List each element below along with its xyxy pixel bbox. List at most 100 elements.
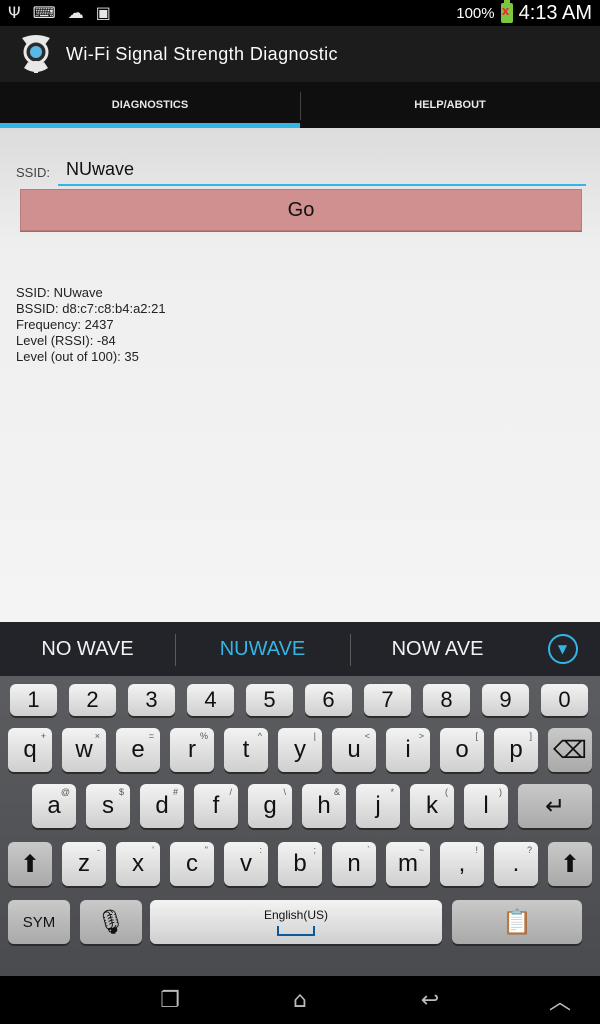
key-8[interactable]: 8: [423, 684, 470, 716]
shift-right-key[interactable]: ⬆: [548, 842, 592, 886]
key-alt-label: $: [118, 787, 124, 797]
result-frequency: Frequency: 2437: [16, 317, 114, 332]
key-comma[interactable]: ,!: [440, 842, 484, 886]
key-period[interactable]: .?: [494, 842, 538, 886]
suggestion-2[interactable]: NUWAVE: [175, 633, 350, 666]
suggestion-1[interactable]: NO WAVE: [0, 638, 175, 661]
key-label: i: [405, 736, 411, 763]
sym-key[interactable]: SYM: [8, 900, 70, 944]
key-alt-label: &: [333, 787, 340, 797]
key-b[interactable]: b;: [278, 842, 322, 886]
key-c[interactable]: c ": [170, 842, 214, 886]
key-label: o: [455, 736, 469, 763]
key-label: .: [512, 850, 520, 877]
key-p[interactable]: p]: [494, 728, 538, 772]
key-alt-label: \: [283, 787, 286, 797]
key-6[interactable]: 6: [305, 684, 352, 716]
backspace-key[interactable]: ⌫: [548, 728, 592, 772]
space-icon: [277, 926, 315, 936]
key-g[interactable]: g \: [248, 784, 292, 828]
suggestion-3[interactable]: NOW AVE: [350, 633, 525, 666]
go-button[interactable]: Go: [20, 189, 582, 231]
key-label: ,: [458, 850, 466, 877]
enter-key[interactable]: ↵: [518, 784, 592, 828]
key-o[interactable]: o[: [440, 728, 484, 772]
key-label: w: [75, 736, 93, 763]
voice-input-key[interactable]: 🎙: [80, 900, 142, 944]
keyboard-icon: ⌨: [32, 3, 56, 22]
recent-apps-button[interactable]: ❐: [150, 986, 190, 1014]
key-i[interactable]: i >: [386, 728, 430, 772]
key-alt-label: -: [97, 845, 100, 855]
key-label: c: [186, 850, 198, 877]
shift-icon: ⬆: [559, 850, 581, 878]
clipboard-key[interactable]: 📋: [452, 900, 582, 944]
expand-suggestions-button[interactable]: ▼: [525, 634, 600, 664]
key-alt-label: ]: [529, 731, 532, 741]
usb-icon: Ψ: [8, 3, 21, 22]
key-s[interactable]: s $: [86, 784, 130, 828]
key-label: b: [293, 850, 307, 877]
back-icon: ↩: [420, 987, 440, 1013]
key-w[interactable]: w ×: [62, 728, 106, 772]
key-alt-label: !: [475, 845, 478, 855]
tab-bar: DIAGNOSTICS HELP/ABOUT: [0, 82, 600, 128]
enter-icon: ↵: [544, 792, 566, 820]
key-alt-label: [: [475, 731, 478, 741]
key-alt-label: |: [313, 731, 316, 741]
key-alt-label: @: [60, 787, 70, 797]
key-3[interactable]: 3: [128, 684, 175, 716]
key-z[interactable]: z-: [62, 842, 106, 886]
key-u[interactable]: u <: [332, 728, 376, 772]
key-alt-label: ): [499, 787, 502, 797]
hide-keyboard-button[interactable]: ︿: [540, 986, 580, 1015]
key-label: z: [78, 850, 90, 877]
key-t[interactable]: t ^: [224, 728, 268, 772]
key-j[interactable]: j *: [356, 784, 400, 828]
key-alt-label: ": [204, 845, 208, 855]
key-label: l: [483, 792, 489, 819]
key-q[interactable]: q +: [8, 728, 52, 772]
space-key[interactable]: English(US): [150, 900, 442, 944]
key-2[interactable]: 2: [69, 684, 116, 716]
key-label: m: [398, 850, 418, 877]
key-l[interactable]: l): [464, 784, 508, 828]
shift-left-key[interactable]: ⬆: [8, 842, 52, 886]
key-9[interactable]: 9: [482, 684, 529, 716]
key-0[interactable]: 0: [541, 684, 588, 716]
key-h[interactable]: h &: [302, 784, 346, 828]
key-y[interactable]: y |: [278, 728, 322, 772]
key-f[interactable]: f /: [194, 784, 238, 828]
ssid-input[interactable]: [57, 156, 586, 186]
key-alt-label: >: [418, 731, 424, 741]
key-k[interactable]: k(: [410, 784, 454, 828]
diagnostics-panel: SSID: Go SSID: NUwave BSSID: d8:c7:c8:b4…: [0, 128, 600, 622]
key-alt-label: <: [364, 731, 370, 741]
key-e[interactable]: e =: [116, 728, 160, 772]
tab-diagnostics[interactable]: DIAGNOSTICS: [0, 82, 300, 128]
back-button[interactable]: ↩: [410, 986, 450, 1014]
key-n[interactable]: n `: [332, 842, 376, 886]
home-button[interactable]: ⌂: [280, 986, 320, 1014]
key-label: r: [188, 736, 196, 763]
result-level: Level (out of 100): 35: [16, 349, 139, 364]
tab-help-about[interactable]: HELP/ABOUT: [300, 82, 600, 128]
key-5[interactable]: 5: [246, 684, 293, 716]
key-a[interactable]: a @: [32, 784, 76, 828]
key-7[interactable]: 7: [364, 684, 411, 716]
key-r[interactable]: r%: [170, 728, 214, 772]
key-4[interactable]: 4: [187, 684, 234, 716]
key-alt-label: ?: [526, 845, 532, 855]
key-label: d: [155, 792, 169, 819]
key-d[interactable]: d #: [140, 784, 184, 828]
key-m[interactable]: m ~: [386, 842, 430, 886]
key-alt-label: /: [229, 787, 232, 797]
key-v[interactable]: v:: [224, 842, 268, 886]
navigation-bar: ❐ ⌂ ↩ ︿: [0, 976, 600, 1024]
clipboard-icon: 📋: [502, 908, 532, 936]
key-label: h: [317, 792, 331, 819]
key-label: t: [242, 736, 250, 763]
key-x[interactable]: x ': [116, 842, 160, 886]
cloud-upload-icon: ☁: [67, 3, 84, 22]
key-1[interactable]: 1: [10, 684, 57, 716]
